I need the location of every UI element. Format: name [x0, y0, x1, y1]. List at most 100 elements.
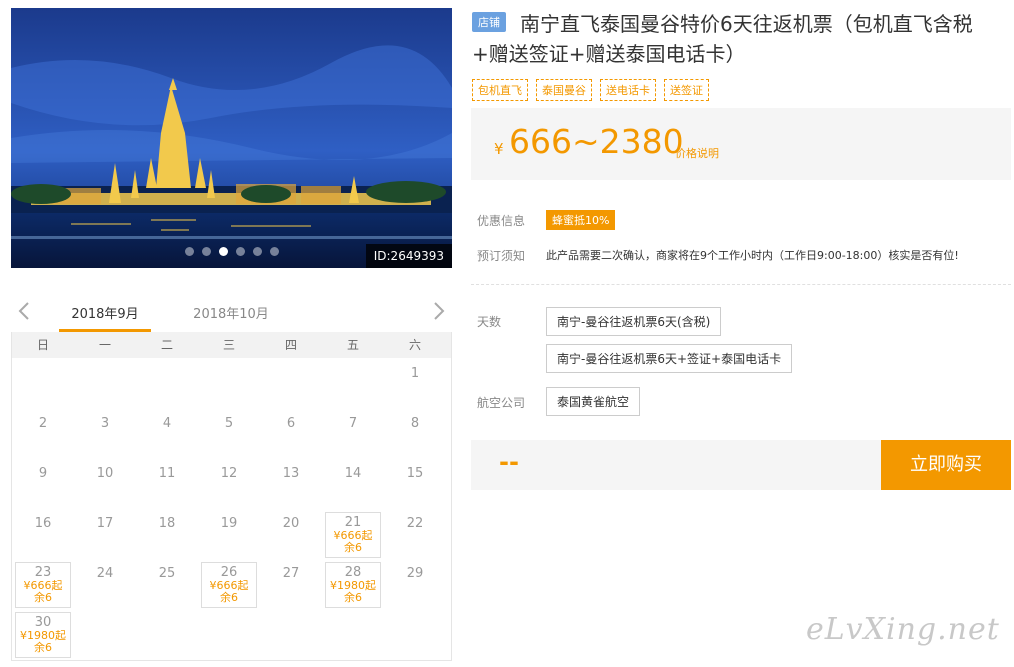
day-number: 21 — [344, 515, 362, 530]
day-number: 25 — [158, 566, 176, 581]
airline-label: 航空公司 — [477, 396, 526, 410]
calendar-day: 24 — [74, 560, 136, 610]
feature-tag: 送电话卡 — [600, 79, 656, 101]
photo-id-label: ID:2649393 — [365, 244, 452, 268]
day-number: 1 — [410, 366, 420, 381]
booking-notice-label: 预订须知 — [477, 249, 526, 263]
day-option-visa-sim[interactable]: 南宁-曼谷往返机票6天+签证+泰国电话卡 — [546, 344, 793, 373]
calendar-day: 6 — [260, 410, 322, 460]
feature-tag: 送签证 — [664, 79, 709, 101]
calendar-day: 5 — [198, 410, 260, 460]
day-option-basic[interactable]: 南宁-曼谷往返机票6天(含税) — [546, 307, 722, 336]
weekday-label: 五 — [346, 338, 359, 352]
day-number: 27 — [282, 566, 300, 581]
day-number: 17 — [96, 516, 114, 531]
airline-option[interactable]: 泰国黄雀航空 — [546, 387, 641, 416]
calendar-day: 10 — [74, 460, 136, 510]
price-note-link[interactable]: 价格说明 — [675, 145, 719, 161]
tab-month-october[interactable]: 2018年10月 — [189, 303, 273, 332]
calendar-day: 29 — [384, 560, 446, 610]
calendar-day: 17 — [74, 510, 136, 560]
day-number: 9 — [38, 466, 48, 481]
carousel-dot[interactable] — [218, 247, 228, 256]
day-number: 13 — [282, 466, 300, 481]
temple-photo-image — [11, 8, 452, 268]
calendar-day: 7 — [322, 410, 384, 460]
day-number: 22 — [406, 516, 424, 531]
day-number: 24 — [96, 566, 114, 581]
calendar-day: 4 — [136, 410, 198, 460]
price-range: 666~2380 — [509, 122, 684, 161]
discount-badge: 蜂蜜抵10% — [546, 210, 616, 230]
feature-tags: 包机直飞 泰国曼谷 送电话卡 送签证 — [472, 79, 709, 101]
day-number: 15 — [406, 466, 424, 481]
divider — [471, 284, 1011, 285]
day-number: 7 — [348, 416, 358, 431]
weekday-label: 二 — [160, 338, 173, 352]
calendar-day: 11 — [136, 460, 198, 510]
carousel-dot[interactable] — [201, 247, 211, 256]
day-seats-left: 余6 — [220, 591, 238, 604]
calendar-day: 16 — [12, 510, 74, 560]
day-seats-left: 余6 — [344, 591, 362, 604]
calendar-day-available[interactable]: 21 ¥666起 余6 — [325, 512, 381, 558]
day-number: 30 — [34, 615, 52, 630]
calendar-day-available[interactable]: 28 ¥1980起 余6 — [325, 562, 381, 608]
product-photo[interactable]: ID:2649393 — [11, 8, 452, 268]
price-currency: ¥ — [494, 140, 504, 158]
weekday-label: 日 — [36, 338, 49, 352]
day-seats-left: 余6 — [344, 541, 362, 554]
prev-month-arrow-icon[interactable] — [15, 300, 33, 322]
feature-tag: 泰国曼谷 — [536, 79, 592, 101]
calendar-day: 3 — [74, 410, 136, 460]
day-seats-left: 余6 — [34, 591, 52, 604]
days-label: 天数 — [477, 315, 502, 329]
calendar-blank — [74, 360, 136, 410]
calendar-day-available[interactable]: 30 ¥1980起 余6 — [15, 612, 71, 658]
carousel-dot[interactable] — [269, 247, 279, 256]
selected-price: -- — [499, 448, 519, 476]
site-watermark: eLvXing.net — [806, 612, 1000, 647]
calendar-day: 18 — [136, 510, 198, 560]
calendar-blank — [136, 360, 198, 410]
day-number: 16 — [34, 516, 52, 531]
carousel-dot[interactable] — [235, 247, 245, 256]
day-number: 26 — [220, 565, 238, 580]
day-number: 5 — [224, 416, 234, 431]
calendar-blank — [12, 360, 74, 410]
next-month-arrow-icon[interactable] — [430, 300, 448, 322]
day-number: 2 — [38, 416, 48, 431]
calendar-day: 1 — [384, 360, 446, 410]
day-number: 6 — [286, 416, 296, 431]
calendar-blank — [322, 360, 384, 410]
buy-now-button[interactable]: 立即购买 — [881, 440, 1011, 490]
calendar-day: 14 — [322, 460, 384, 510]
day-number: 29 — [406, 566, 424, 581]
day-number: 18 — [158, 516, 176, 531]
calendar-day: 2 — [12, 410, 74, 460]
calendar-day: 27 — [260, 560, 322, 610]
calendar-day-available[interactable]: 23 ¥666起 余6 — [15, 562, 71, 608]
calendar-grid: 1 2 3 4 5 6 7 8 9 10 11 12 13 14 15 16 17 18 19 20 21 ¥666起 余6… — [12, 358, 451, 660]
calendar-body: 日一二三四五六 1 2 3 4 5 6 7 8 9 10 11 12 13 14 15 16 17 18 19 20 2… — [11, 332, 452, 661]
weekday-label: 一 — [98, 338, 111, 352]
shop-tag[interactable]: 店铺 — [472, 12, 506, 32]
calendar-day: 20 — [260, 510, 322, 560]
tab-month-september[interactable]: 2018年9月 — [59, 303, 151, 332]
day-number: 3 — [100, 416, 110, 431]
calendar-day: 12 — [198, 460, 260, 510]
weekday-label: 三 — [222, 338, 235, 352]
calendar-day: 22 — [384, 510, 446, 560]
calendar-day: 15 — [384, 460, 446, 510]
day-number: 11 — [158, 466, 176, 481]
day-number: 23 — [34, 565, 52, 580]
day-number: 4 — [162, 416, 172, 431]
calendar-blank — [198, 360, 260, 410]
calendar-day-available[interactable]: 26 ¥666起 余6 — [201, 562, 257, 608]
carousel-dot[interactable] — [184, 247, 194, 256]
weekday-label: 六 — [408, 338, 421, 352]
day-number: 28 — [344, 565, 362, 580]
carousel-dot[interactable] — [252, 247, 262, 256]
calendar-day: 9 — [12, 460, 74, 510]
price-box: ¥ 666~2380 价格说明 — [471, 108, 1011, 180]
